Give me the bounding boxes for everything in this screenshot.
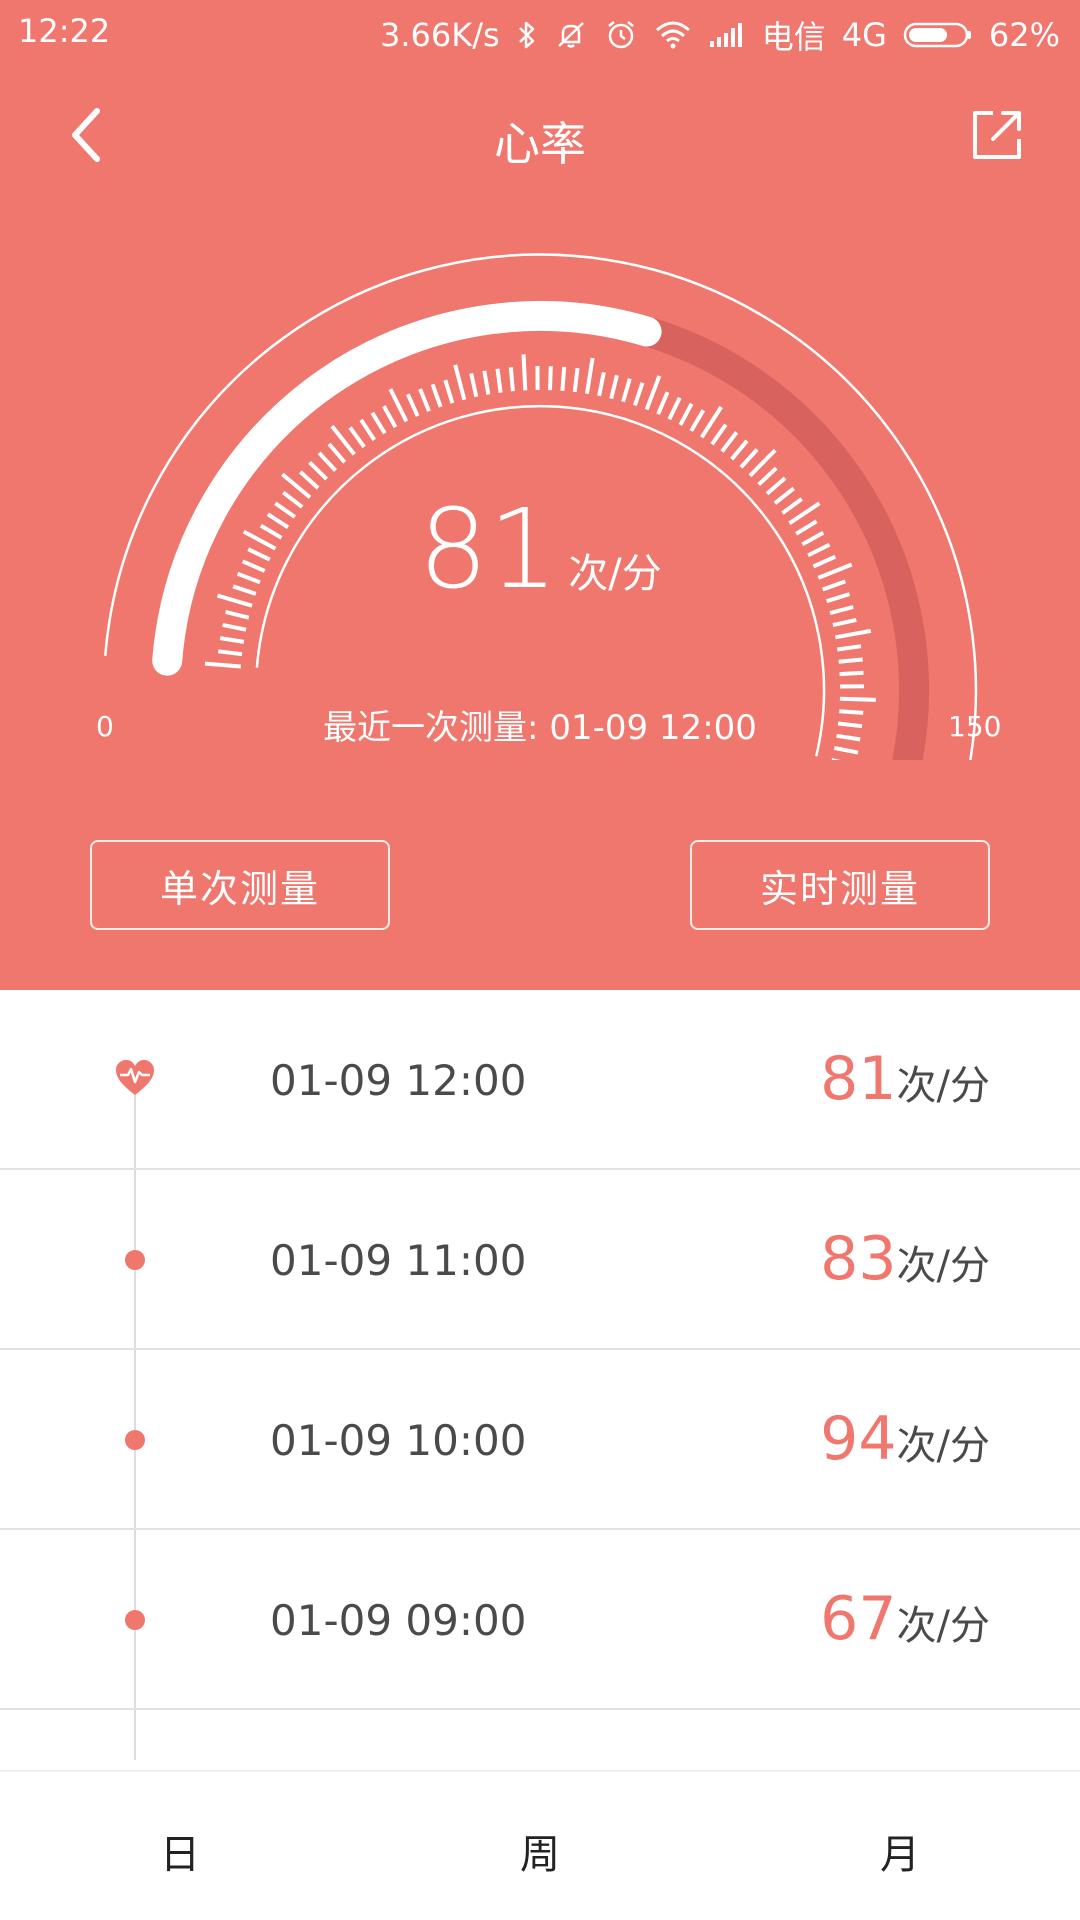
gauge-tick [308, 460, 329, 481]
carrier-name: 电信 [761, 18, 826, 56]
gauge-tick [720, 431, 739, 453]
gauge-tick [327, 442, 347, 464]
heart-rate-unit: 次/分 [568, 551, 662, 597]
timeline-dot [125, 1250, 145, 1270]
history-unit: 次/分 [896, 1243, 990, 1289]
history-value: 81次/分 [820, 1044, 990, 1114]
history-time: 01-09 09:00 [270, 1596, 527, 1645]
gauge-tick [560, 366, 567, 391]
gauge-tick [609, 374, 619, 400]
gauge-tick [222, 622, 247, 632]
history-row[interactable]: 01-09 09:00 67次/分 [0, 1530, 1080, 1710]
signal-icon [708, 17, 746, 53]
history-row[interactable]: 01-09 10:00 94次/分 [0, 1350, 1080, 1530]
gauge-tick [370, 411, 387, 435]
last-measure-time: 最近一次测量: 01-09 12:00 [323, 708, 757, 748]
period-tab-bar: 日 周 月 [0, 1770, 1080, 1920]
gauge-tick [656, 391, 670, 415]
history-list: 01-09 12:00 81次/分 01-09 11:00 83次/分 01-0… [0, 990, 1080, 1770]
timeline-dot [125, 1430, 145, 1450]
history-bpm: 67 [820, 1584, 897, 1654]
gauge-tick [430, 383, 443, 408]
timeline-dot [125, 1610, 145, 1630]
top-bar: 心率 [0, 90, 1080, 180]
history-value: 67次/分 [820, 1584, 990, 1654]
history-time: 01-09 10:00 [270, 1416, 527, 1465]
heart-pulse-icon [114, 1058, 156, 1102]
gauge-tick [443, 379, 455, 404]
network-speed: 3.66K/s [380, 16, 500, 54]
single-measure-button[interactable]: 单次测量 [90, 840, 390, 930]
heart-rate-gauge: 81 次/分 0 150 最近一次测量: 01-09 12:00 [0, 220, 1080, 760]
history-row[interactable]: 01-09 12:00 81次/分 [0, 990, 1080, 1170]
tab-day[interactable]: 日 [80, 1822, 280, 1880]
gauge-tick [405, 393, 420, 417]
gauge-tick [837, 644, 862, 652]
battery-percent: 62% [988, 16, 1060, 54]
gauge-tick [572, 367, 580, 393]
history-unit: 次/分 [896, 1063, 990, 1109]
gauge-tick [834, 628, 872, 640]
gauge-tick [495, 368, 503, 393]
history-unit: 次/分 [896, 1423, 990, 1469]
history-bpm: 81 [820, 1044, 897, 1114]
realtime-measure-button[interactable]: 实时测量 [690, 840, 990, 930]
gauge-tick [689, 409, 706, 432]
status-time: 12:22 [18, 12, 111, 50]
gauge-tick [482, 370, 491, 395]
gauge-tick [388, 388, 409, 423]
gauge-tick [710, 423, 728, 446]
gauge-tick [839, 670, 864, 677]
gauge-tick [204, 661, 242, 669]
network-type: 4G [841, 16, 887, 54]
heart-rate-value: 81 [418, 485, 559, 613]
tab-month[interactable]: 月 [800, 1822, 1000, 1880]
page-title: 心率 [494, 117, 586, 171]
gauge-tick [508, 367, 515, 392]
bluetooth-icon [516, 17, 538, 53]
wifi-icon [654, 17, 692, 53]
current-heart-rate: 81 次/分 [0, 485, 1080, 613]
history-bpm: 94 [820, 1404, 897, 1474]
history-bpm: 83 [820, 1224, 897, 1294]
gauge-tick [584, 357, 595, 395]
gauge-tick [453, 364, 467, 401]
gauge-tick [218, 649, 243, 657]
history-time: 01-09 12:00 [270, 1056, 527, 1105]
gauge-tick [382, 405, 398, 429]
gauge-tick [348, 426, 366, 449]
gauge-tick [317, 451, 337, 472]
gauge-tick [667, 396, 682, 421]
battery-icon [903, 17, 973, 53]
history-value: 94次/分 [820, 1404, 990, 1474]
gauge-tick [418, 388, 431, 413]
tab-week[interactable]: 周 [440, 1822, 640, 1880]
gauge-tick [633, 382, 645, 407]
share-icon [973, 111, 1021, 159]
gauge-tick [469, 372, 479, 398]
mute-icon [554, 17, 588, 53]
gauge-tick [730, 439, 749, 461]
history-time: 01-09 11:00 [270, 1236, 527, 1285]
gauge-tick [678, 402, 694, 426]
gauge-tick [521, 354, 528, 391]
history-row[interactable]: 01-09 11:00 83次/分 [0, 1170, 1080, 1350]
history-value: 83次/分 [820, 1224, 990, 1294]
gauge-tick [644, 375, 662, 411]
share-button[interactable] [962, 100, 1032, 170]
gauge-tick [739, 448, 759, 469]
gauge-tick [359, 418, 376, 442]
history-unit: 次/分 [896, 1603, 990, 1649]
status-bar: 12:22 3.66K/s 电信 4G 62% [0, 0, 1080, 62]
status-indicators: 3.66K/s 电信 4G 62% [380, 12, 1060, 58]
gauge-tick [597, 372, 606, 397]
alarm-icon [604, 17, 638, 53]
gauge-tick [219, 636, 245, 644]
gauge-tick [757, 466, 778, 487]
gauge-tick [621, 378, 632, 403]
gauge-tick [832, 617, 857, 628]
gauge-tick [838, 657, 863, 664]
gauge-tick [548, 366, 553, 391]
